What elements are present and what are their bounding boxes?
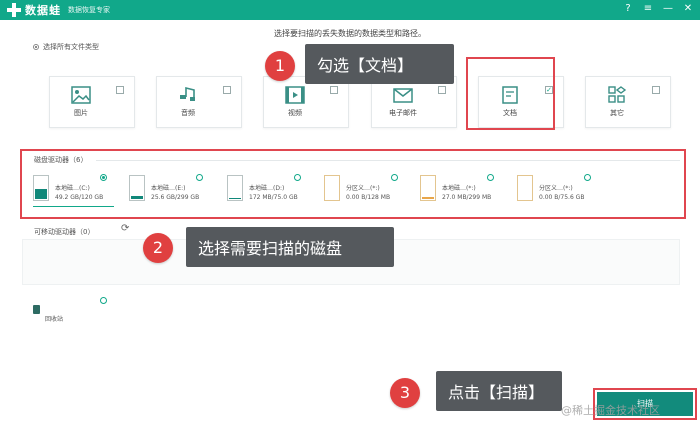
checkbox-images[interactable] bbox=[116, 86, 124, 94]
envelope-icon bbox=[393, 88, 413, 103]
drive-size: 27.0 MB/299 MB bbox=[442, 194, 492, 201]
drive-size: 0.00 B/128 MB bbox=[346, 194, 391, 201]
removable-section-title: 可移动驱动器（0） bbox=[34, 228, 95, 236]
drive-radio[interactable] bbox=[487, 174, 494, 181]
recycle-bin-item[interactable]: 回收站 bbox=[33, 305, 63, 323]
drive-size: 25.6 GB/299 GB bbox=[151, 194, 200, 201]
file-type-card-images[interactable]: 图片 bbox=[49, 76, 135, 128]
watermark: @稀土掘金技术社区 bbox=[561, 404, 660, 417]
disk-icon bbox=[33, 175, 49, 201]
selected-drive-underline bbox=[33, 206, 114, 207]
documents-highlight-box bbox=[466, 57, 555, 130]
trash-icon bbox=[33, 305, 40, 314]
file-type-label: 音频 bbox=[181, 109, 195, 117]
file-type-label: 图片 bbox=[74, 109, 88, 117]
disk-icon bbox=[420, 175, 436, 201]
drive-item-d[interactable]: 本地磁…(D:) 172 MB/75.0 GB bbox=[227, 171, 317, 207]
drive-radio[interactable] bbox=[294, 174, 301, 181]
checkbox-video[interactable] bbox=[330, 86, 338, 94]
drive-radio[interactable] bbox=[391, 174, 398, 181]
callout-step-3: 点击【扫描】 bbox=[436, 371, 562, 411]
checkbox-audio[interactable] bbox=[223, 86, 231, 94]
callout-step-2: 选择需要扫描的磁盘 bbox=[186, 227, 394, 267]
file-type-label: 电子邮件 bbox=[389, 109, 417, 117]
callout-step-1: 勾选【文档】 bbox=[305, 44, 454, 84]
film-icon bbox=[285, 86, 305, 104]
grid-icon bbox=[608, 86, 627, 103]
drive-name: 分区义…(*:) bbox=[346, 185, 380, 192]
select-all-label: 选择所有文件类型 bbox=[43, 43, 99, 51]
drive-name: 本地磁…(E:) bbox=[151, 185, 186, 192]
help-icon[interactable]: ? bbox=[622, 3, 634, 14]
drive-item-c[interactable]: 本地磁…(C:) 49.2 GB/120 GB bbox=[33, 171, 123, 207]
checkbox-email[interactable] bbox=[438, 86, 446, 94]
drive-name: 本地磁…(D:) bbox=[249, 185, 285, 192]
drive-radio[interactable] bbox=[100, 174, 107, 181]
title-bar: 数据蛙 数据恢复专家 ? ≡ — ✕ bbox=[0, 0, 700, 20]
file-type-label: 视频 bbox=[288, 109, 302, 117]
drive-radio[interactable] bbox=[196, 174, 203, 181]
close-icon[interactable]: ✕ bbox=[682, 3, 694, 14]
drive-size: 49.2 GB/120 GB bbox=[55, 194, 104, 201]
step-badge-1: 1 bbox=[265, 51, 295, 81]
drive-name: 本地磁…(C:) bbox=[55, 185, 90, 192]
select-all-radio[interactable] bbox=[33, 44, 39, 50]
section-divider bbox=[96, 160, 680, 161]
disk-icon bbox=[227, 175, 243, 201]
select-all-types[interactable]: 选择所有文件类型 bbox=[33, 42, 99, 52]
drive-name: 本地磁…(*:) bbox=[442, 185, 476, 192]
recycle-bin-label: 回收站 bbox=[45, 316, 64, 323]
file-type-label: 其它 bbox=[610, 109, 624, 117]
file-type-card-audio[interactable]: 音频 bbox=[156, 76, 242, 128]
drive-name: 分区义…(*:) bbox=[539, 185, 573, 192]
refresh-icon[interactable]: ⟳ bbox=[121, 223, 129, 234]
drive-size: 0.00 B/75.6 GB bbox=[539, 194, 585, 201]
recycle-bin-radio[interactable] bbox=[100, 297, 107, 304]
step-badge-3: 3 bbox=[390, 378, 420, 408]
page-heading: 选择要扫描的丢失数据的数据类型和路径。 bbox=[274, 29, 426, 38]
drive-radio[interactable] bbox=[584, 174, 591, 181]
disk-icon bbox=[324, 175, 340, 201]
file-type-card-other[interactable]: 其它 bbox=[585, 76, 671, 128]
disk-icon bbox=[129, 175, 145, 201]
drive-item-partition-1[interactable]: 分区义…(*:) 0.00 B/128 MB bbox=[324, 171, 414, 207]
app-logo-icon bbox=[7, 3, 21, 17]
app-name: 数据蛙 bbox=[25, 4, 61, 17]
checkbox-other[interactable] bbox=[652, 86, 660, 94]
disk-icon bbox=[517, 175, 533, 201]
step-badge-2: 2 bbox=[143, 233, 173, 263]
minimize-icon[interactable]: — bbox=[662, 3, 674, 14]
drive-item-e[interactable]: 本地磁…(E:) 25.6 GB/299 GB bbox=[129, 171, 219, 207]
window-controls: ? ≡ — ✕ bbox=[622, 3, 694, 14]
drive-item-partition-2[interactable]: 分区义…(*:) 0.00 B/75.6 GB bbox=[517, 171, 607, 207]
drive-item-local-2[interactable]: 本地磁…(*:) 27.0 MB/299 MB bbox=[420, 171, 510, 207]
app-subtitle: 数据恢复专家 bbox=[68, 6, 110, 14]
disk-section-title: 磁盘驱动器（6） bbox=[34, 156, 88, 164]
menu-icon[interactable]: ≡ bbox=[642, 3, 654, 14]
music-icon bbox=[180, 86, 195, 101]
drive-size: 172 MB/75.0 GB bbox=[249, 194, 298, 201]
image-icon bbox=[71, 86, 91, 104]
